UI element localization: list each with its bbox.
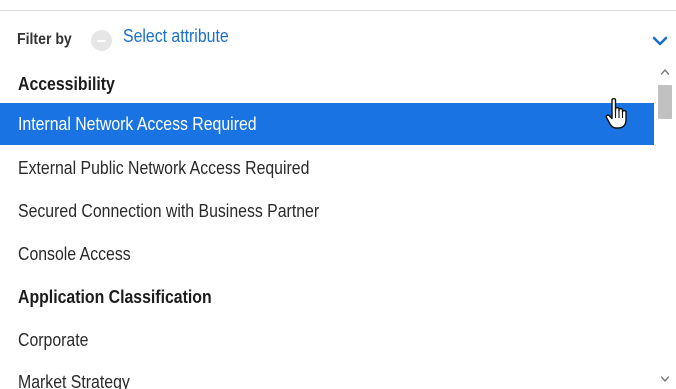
- group-label: Application Classification: [18, 287, 212, 307]
- option-label: Console Access: [18, 244, 131, 264]
- option-label: Secured Connection with Business Partner: [18, 201, 320, 221]
- attribute-options-list: Accessibility Internal Network Access Re…: [0, 63, 654, 389]
- select-attribute-dropdown[interactable]: Select attribute: [123, 26, 229, 52]
- scroll-up-arrow-icon[interactable]: [660, 68, 670, 76]
- filter-bar: Filter by Select attribute: [0, 11, 676, 65]
- option-secured-connection-with-business-partner[interactable]: Secured Connection with Business Partner: [0, 190, 654, 232]
- scroll-thumb[interactable]: [658, 85, 672, 119]
- filter-label: Filter by: [17, 31, 72, 48]
- minus-circle-icon[interactable]: [91, 30, 112, 51]
- attribute-filter-panel: Filter by Select attribute Accessibility…: [0, 0, 676, 389]
- vertical-scrollbar[interactable]: [655, 63, 676, 389]
- option-console-access[interactable]: Console Access: [0, 233, 654, 275]
- option-internal-network-access-required[interactable]: Internal Network Access Required: [0, 103, 654, 145]
- option-label: Corporate: [18, 330, 89, 350]
- option-external-public-network-access-required[interactable]: External Public Network Access Required: [0, 147, 654, 189]
- group-header-accessibility: Accessibility: [0, 63, 654, 105]
- scroll-down-arrow-icon[interactable]: [660, 375, 670, 383]
- option-market-strategy[interactable]: Market Strategy: [0, 361, 654, 389]
- option-label: Market Strategy: [18, 372, 130, 389]
- option-label: External Public Network Access Required: [18, 158, 310, 178]
- hand-pointer-icon: [605, 98, 627, 129]
- group-header-application-classification: Application Classification: [0, 276, 654, 318]
- chevron-down-icon[interactable]: [652, 36, 668, 46]
- group-label: Accessibility: [18, 74, 115, 94]
- option-label: Internal Network Access Required: [18, 114, 257, 134]
- attribute-listbox: Accessibility Internal Network Access Re…: [0, 63, 676, 389]
- option-corporate[interactable]: Corporate: [0, 319, 654, 361]
